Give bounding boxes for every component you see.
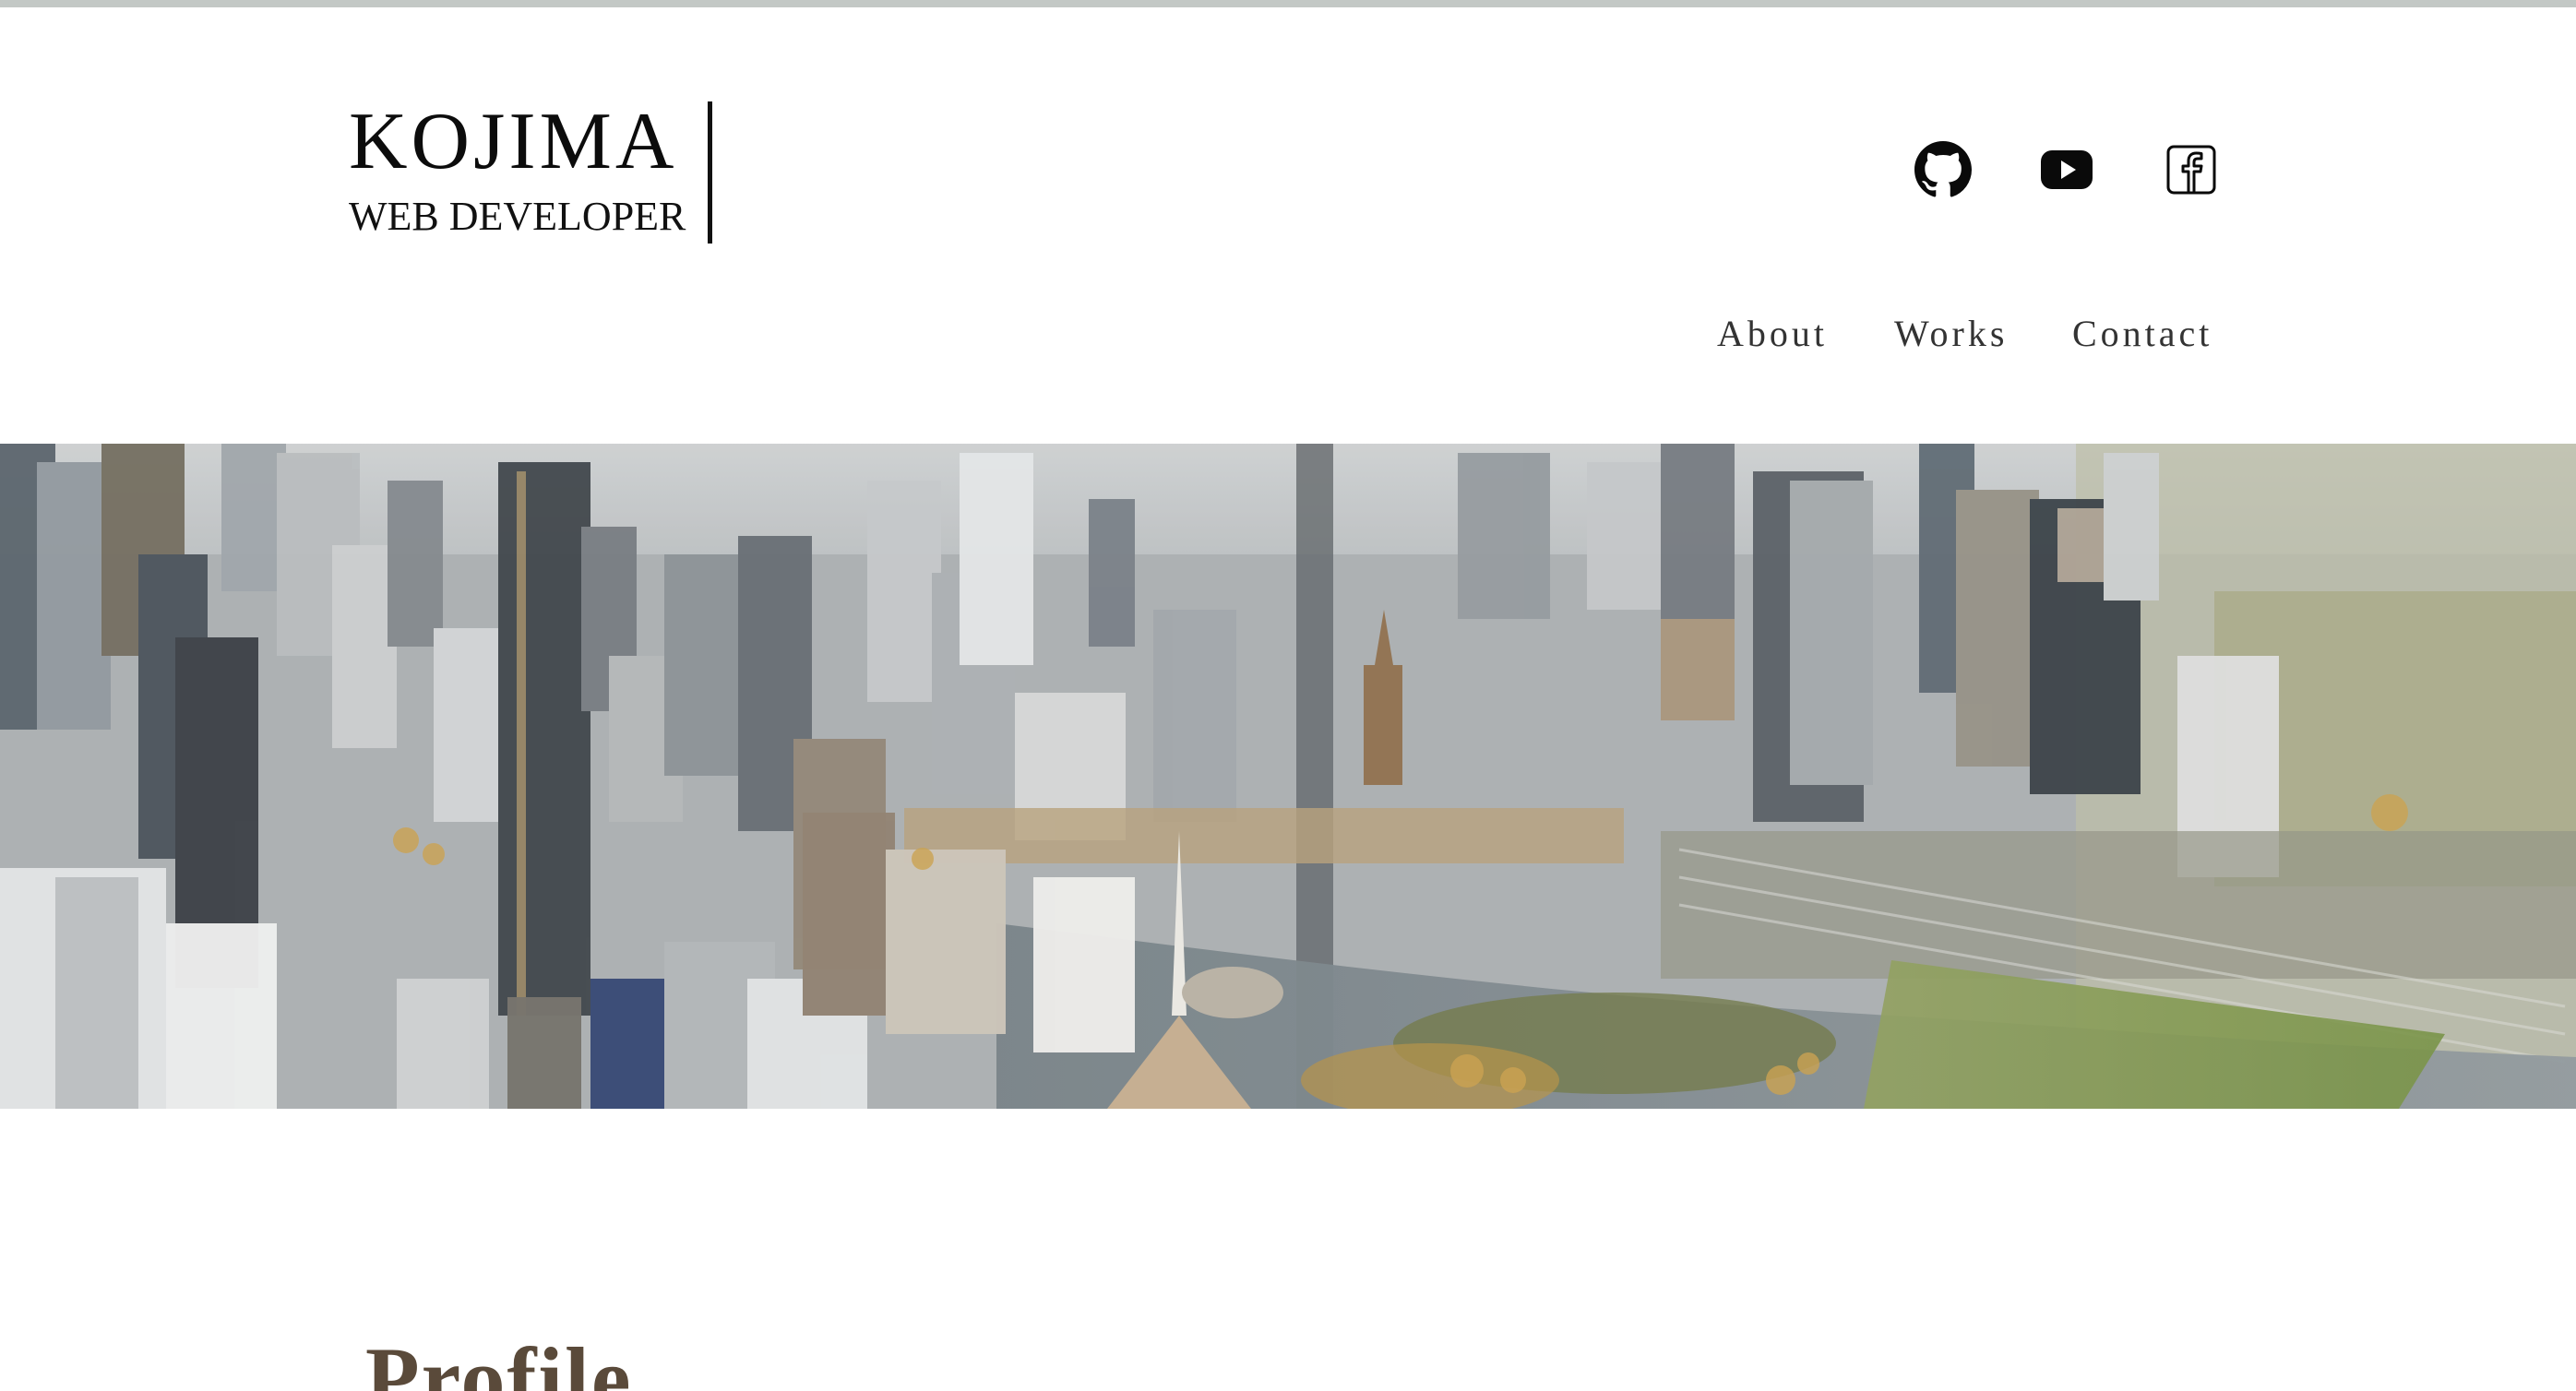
section-title-profile: Profile xyxy=(365,1329,633,1391)
logo-name: KOJIMA xyxy=(349,97,678,186)
github-icon xyxy=(1914,141,1972,197)
nav-item-about[interactable]: About xyxy=(1717,310,1828,358)
nav-item-works[interactable]: Works xyxy=(1894,310,2008,358)
city-aerial-photo xyxy=(0,444,2576,1109)
youtube-link[interactable] xyxy=(2037,140,2096,199)
facebook-icon xyxy=(2166,145,2216,195)
facebook-link[interactable] xyxy=(2162,140,2221,199)
logo-subtitle: WEB DEVELOPER xyxy=(349,194,686,239)
github-link[interactable] xyxy=(1914,140,1973,199)
nav-item-contact[interactable]: Contact xyxy=(2072,310,2212,358)
page: KOJIMA WEB DEVELOPER About Works Contact xyxy=(0,0,2576,1391)
hero-image xyxy=(0,444,2576,1109)
top-strip xyxy=(0,0,2576,7)
logo-divider xyxy=(708,101,712,244)
main-nav: About Works Contact xyxy=(1698,310,2224,365)
youtube-icon xyxy=(2041,150,2093,189)
logo[interactable]: KOJIMA WEB DEVELOPER xyxy=(349,101,714,244)
